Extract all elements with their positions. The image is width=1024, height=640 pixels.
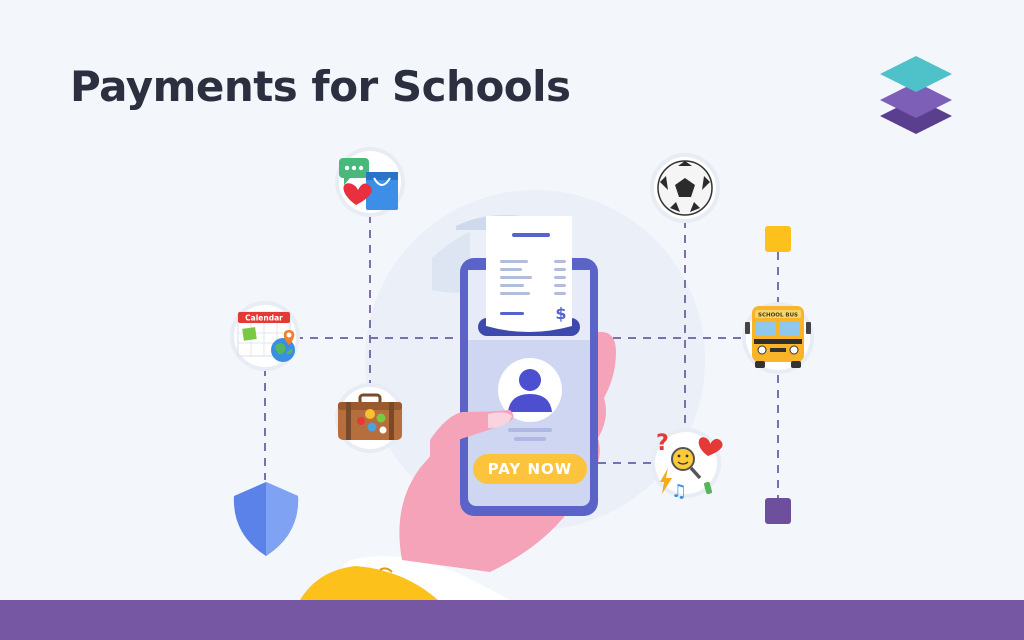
hero-illustration: Payments for Schools Calendar SCHOOL BUS…: [0, 0, 1024, 640]
shield-icon: [233, 482, 299, 556]
layers-logo-icon: [880, 56, 952, 134]
yellow-node: [765, 226, 791, 252]
soccer-ball-icon: [650, 153, 720, 223]
pay-now-button[interactable]: PAY NOW: [473, 454, 587, 484]
chat-shopping-icon: [335, 147, 405, 217]
footer-band: [0, 600, 1024, 640]
svg-text:?: ?: [656, 431, 669, 456]
receipt-paper: $: [478, 216, 580, 336]
purple-node: [765, 498, 791, 524]
bus-label: SCHOOL BUS: [758, 313, 798, 319]
receipt-dollar-sign: $: [555, 304, 566, 323]
emoji-interests-icon: ? ♫: [651, 428, 723, 502]
suitcase-icon: [335, 383, 405, 453]
illustration-canvas: Calendar SCHOOL BUS ? ♫ $: [230, 56, 952, 600]
calendar-label: Calendar: [245, 314, 283, 323]
school-bus-icon: SCHOOL BUS: [742, 302, 814, 374]
calendar-globe-icon: Calendar: [230, 301, 300, 371]
pay-now-label: PAY NOW: [487, 460, 573, 478]
svg-text:♫: ♫: [671, 481, 687, 502]
